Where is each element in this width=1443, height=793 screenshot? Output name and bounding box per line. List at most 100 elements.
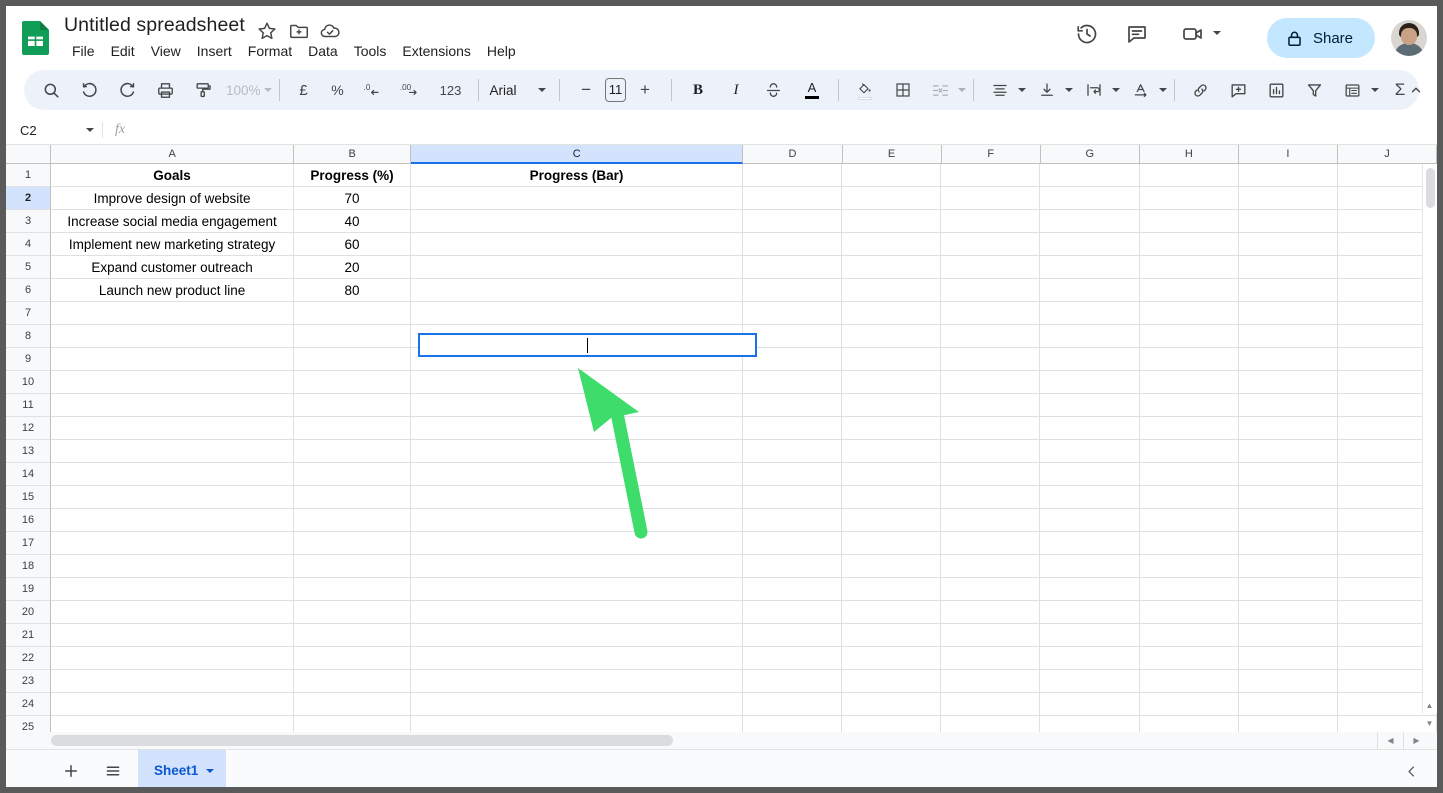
valign-caret-icon[interactable] (1065, 88, 1073, 92)
row-header-11[interactable]: 11 (6, 394, 51, 417)
cell-I15[interactable] (1239, 486, 1338, 508)
cell-C7[interactable] (411, 302, 743, 324)
menu-edit[interactable]: Edit (103, 42, 143, 60)
cell-I2[interactable] (1239, 187, 1338, 209)
cell-F21[interactable] (941, 624, 1040, 646)
cell-G9[interactable] (1040, 348, 1139, 370)
cell-F3[interactable] (941, 210, 1040, 232)
cell-A5[interactable]: Expand customer outreach (51, 256, 294, 278)
cell-G21[interactable] (1040, 624, 1139, 646)
scroll-left-icon[interactable]: ◀ (1377, 732, 1403, 749)
cell-B21[interactable] (294, 624, 411, 646)
cell-F17[interactable] (941, 532, 1040, 554)
text-color-button[interactable]: A (797, 75, 827, 105)
cell-B11[interactable] (294, 394, 411, 416)
cell-A18[interactable] (51, 555, 294, 577)
add-sheet-icon[interactable] (54, 754, 88, 788)
cell-B2[interactable]: 70 (294, 187, 411, 209)
print-icon[interactable] (150, 75, 180, 105)
cell-D17[interactable] (743, 532, 842, 554)
row-header-18[interactable]: 18 (6, 555, 51, 578)
cell-F8[interactable] (941, 325, 1040, 347)
increase-font-size-button[interactable]: + (630, 75, 660, 105)
cell-E21[interactable] (842, 624, 941, 646)
cell-A12[interactable] (51, 417, 294, 439)
menu-format[interactable]: Format (240, 42, 300, 60)
select-all-corner[interactable] (6, 145, 51, 164)
decrease-font-size-button[interactable]: − (571, 75, 601, 105)
cell-C15[interactable] (411, 486, 743, 508)
cell-H9[interactable] (1140, 348, 1239, 370)
cell-I4[interactable] (1239, 233, 1338, 255)
percent-format-button[interactable]: % (325, 75, 351, 105)
horizontal-scrollbar-track[interactable] (51, 734, 1342, 747)
scroll-right-icon[interactable]: ▶ (1403, 732, 1429, 749)
cell-B9[interactable] (294, 348, 411, 370)
cell-D24[interactable] (743, 693, 842, 715)
cell-D18[interactable] (743, 555, 842, 577)
cell-A22[interactable] (51, 647, 294, 669)
cell-G15[interactable] (1040, 486, 1139, 508)
column-header-g[interactable]: G (1041, 145, 1140, 164)
cell-C11[interactable] (411, 394, 743, 416)
cell-I10[interactable] (1239, 371, 1338, 393)
insert-comment-icon[interactable] (1224, 75, 1254, 105)
borders-icon[interactable] (888, 75, 918, 105)
document-title[interactable]: Untitled spreadsheet (64, 14, 245, 37)
wrap-caret-icon[interactable] (1112, 88, 1120, 92)
cell-D20[interactable] (743, 601, 842, 623)
cell-I22[interactable] (1239, 647, 1338, 669)
cell-G5[interactable] (1040, 256, 1139, 278)
cell-E6[interactable] (842, 279, 941, 301)
row-header-17[interactable]: 17 (6, 532, 51, 555)
cell-I14[interactable] (1239, 463, 1338, 485)
name-box[interactable]: C2 (6, 116, 102, 144)
row-header-3[interactable]: 3 (6, 210, 51, 233)
cell-G12[interactable] (1040, 417, 1139, 439)
cell-H13[interactable] (1140, 440, 1239, 462)
cell-F6[interactable] (941, 279, 1040, 301)
row-header-23[interactable]: 23 (6, 670, 51, 693)
cell-I16[interactable] (1239, 509, 1338, 531)
cell-B6[interactable]: 80 (294, 279, 411, 301)
cell-F2[interactable] (941, 187, 1040, 209)
cell-B16[interactable] (294, 509, 411, 531)
scroll-up-icon[interactable]: ▲ (1422, 696, 1437, 714)
menu-help[interactable]: Help (479, 42, 524, 60)
column-header-h[interactable]: H (1140, 145, 1239, 164)
menu-data[interactable]: Data (300, 42, 346, 60)
cell-C5[interactable] (411, 256, 743, 278)
row-header-5[interactable]: 5 (6, 256, 51, 279)
cell-H2[interactable] (1140, 187, 1239, 209)
cell-F19[interactable] (941, 578, 1040, 600)
cell-C14[interactable] (411, 463, 743, 485)
strikethrough-icon[interactable] (759, 75, 789, 105)
font-size-input[interactable]: 11 (605, 78, 626, 102)
halign-caret-icon[interactable] (1018, 88, 1026, 92)
cell-B7[interactable] (294, 302, 411, 324)
cell-A7[interactable] (51, 302, 294, 324)
cell-D9[interactable] (743, 348, 842, 370)
cell-E19[interactable] (842, 578, 941, 600)
cell-H8[interactable] (1140, 325, 1239, 347)
column-header-a[interactable]: A (51, 145, 294, 164)
cell-F5[interactable] (941, 256, 1040, 278)
cell-A15[interactable] (51, 486, 294, 508)
cell-I5[interactable] (1239, 256, 1338, 278)
cell-I7[interactable] (1239, 302, 1338, 324)
share-button[interactable]: Share (1267, 18, 1375, 58)
cell-E3[interactable] (842, 210, 941, 232)
cell-I23[interactable] (1239, 670, 1338, 692)
cell-A21[interactable] (51, 624, 294, 646)
menu-file[interactable]: File (64, 42, 103, 60)
cell-H7[interactable] (1140, 302, 1239, 324)
cell-E24[interactable] (842, 693, 941, 715)
cell-A8[interactable] (51, 325, 294, 347)
column-header-j[interactable]: J (1338, 145, 1437, 164)
row-header-16[interactable]: 16 (6, 509, 51, 532)
expand-sidebar-icon[interactable] (1399, 759, 1423, 783)
cell-A17[interactable] (51, 532, 294, 554)
text-rotation-icon[interactable] (1126, 75, 1156, 105)
move-to-folder-icon[interactable] (288, 20, 310, 42)
row-header-20[interactable]: 20 (6, 601, 51, 624)
